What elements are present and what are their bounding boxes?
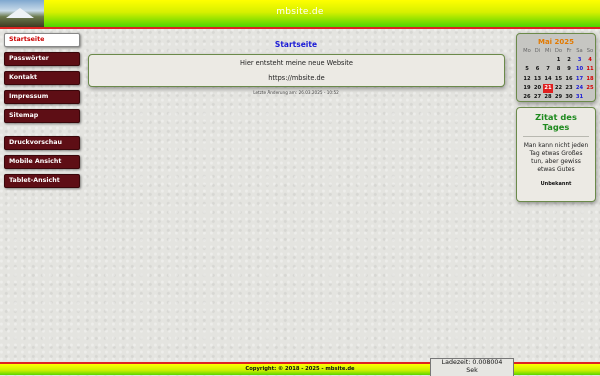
calendar-day: 10	[575, 66, 584, 73]
calendar-day: 14	[544, 75, 552, 82]
page-header: mbsite.de	[0, 0, 600, 29]
quote-text: Man kann nicht jeden Tag etwas Großes tu…	[523, 142, 589, 173]
calendar-weekday: Di	[534, 48, 541, 54]
calendar-day: 30	[565, 93, 573, 100]
calendar-day: 11	[586, 66, 594, 73]
calendar-empty-cell	[522, 56, 532, 65]
calendar-day: 1	[556, 57, 561, 64]
nav-item-mobile-ansicht[interactable]: Mobile Ansicht	[4, 155, 80, 169]
calendar-day: 25	[586, 84, 594, 91]
calendar-day: 5	[525, 66, 529, 73]
nav-item-druckvorschau[interactable]: Druckvorschau	[4, 136, 80, 150]
calendar-day: 28	[544, 93, 552, 100]
calendar-day: 12	[523, 75, 531, 82]
calendar-widget: Mai 2025 Mo Di Mi Do Fr Sa So 1 2 3 4 5 6 7 8 9 10 11 12 13…	[516, 33, 596, 102]
content-box: Hier entsteht meine neue Website https:/…	[88, 54, 505, 87]
load-time-label: Ladezeit: 0.008004	[441, 359, 503, 366]
nav-item-tablet-ansicht[interactable]: Tablet-Ansicht	[4, 174, 80, 188]
calendar-weekday: Fr	[566, 48, 572, 54]
calendar-weekday: So	[586, 48, 594, 54]
calendar-day: 29	[554, 93, 563, 100]
calendar-day: 21	[543, 83, 553, 93]
content-text: Hier entsteht meine neue Website	[240, 59, 353, 67]
calendar-day: 8	[556, 66, 561, 73]
nav-item-kontakt[interactable]: Kontakt	[4, 71, 80, 85]
calendar-empty-cell	[585, 93, 595, 102]
calendar-title: Mai 2025	[537, 38, 574, 46]
calendar-day: 15	[554, 75, 563, 82]
calendar-day: 19	[523, 84, 531, 91]
calendar-day: 31	[575, 93, 584, 100]
main-navigation: Startseite Passwörter Kontakt Impressum …	[4, 33, 80, 193]
load-time-unit: Sek	[466, 367, 478, 374]
quote-title: Zitat des Tages	[535, 112, 577, 132]
calendar-grid: Mo Di Mi Do Fr Sa So 1 2 3 4 5 6 7 8 9 10 11 12 13 14 15 16 17 1…	[522, 47, 595, 102]
site-title: mbsite.de	[276, 7, 324, 17]
calendar-empty-cell	[533, 56, 543, 65]
calendar-day: 18	[586, 75, 594, 82]
calendar-day: 3	[577, 57, 582, 64]
calendar-day: 22	[554, 84, 563, 91]
nav-item-impressum[interactable]: Impressum	[4, 90, 80, 104]
nav-item-sitemap[interactable]: Sitemap	[4, 109, 80, 123]
calendar-day: 20	[533, 84, 542, 91]
page-title: Startseite	[274, 40, 318, 49]
calendar-weekday: Sa	[576, 48, 583, 54]
content-url: https://mbsite.de	[268, 74, 325, 82]
calendar-day: 17	[575, 75, 584, 82]
last-change-text: Letzte Änderung am: 26.03.2025 - 10:52	[253, 90, 339, 95]
calendar-weekday: Mo	[523, 48, 531, 54]
quote-widget: Zitat des Tages Man kann nicht jeden Tag…	[516, 107, 596, 202]
calendar-day: 24	[575, 84, 584, 91]
calendar-day: 2	[567, 57, 571, 64]
calendar-day: 26	[523, 93, 531, 100]
calendar-empty-cell	[543, 56, 553, 65]
calendar-weekday: Mi	[545, 48, 551, 54]
nav-divider	[4, 128, 80, 136]
calendar-day: 7	[546, 66, 550, 73]
calendar-day: 6	[535, 66, 540, 73]
nav-item-startseite[interactable]: Startseite	[4, 33, 80, 47]
calendar-day: 4	[588, 57, 592, 64]
nav-item-passwoerter[interactable]: Passwörter	[4, 52, 80, 66]
quote-divider	[523, 136, 589, 137]
load-time-box: Ladezeit: 0.008004 Sek	[430, 358, 514, 376]
calendar-day: 16	[565, 75, 573, 82]
calendar-day: 13	[533, 75, 542, 82]
calendar-day: 27	[533, 93, 542, 100]
quote-author: Unbekannt	[540, 181, 572, 187]
calendar-day: 23	[565, 84, 573, 91]
calendar-day: 9	[567, 66, 571, 73]
calendar-weekday: Do	[554, 48, 563, 54]
